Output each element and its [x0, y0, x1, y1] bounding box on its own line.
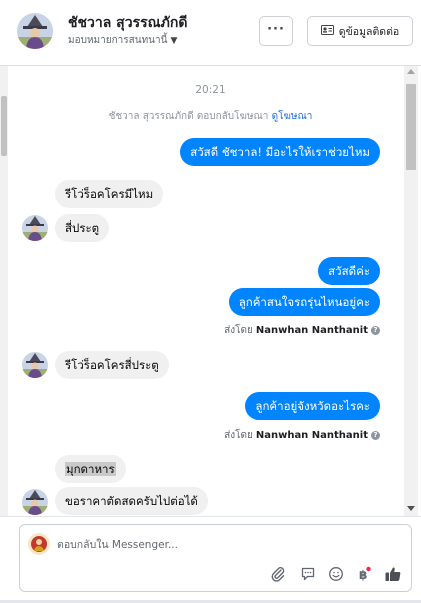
- outgoing-message: สวัสดีค่ะ: [318, 257, 380, 285]
- incoming-message: ขอราคาตัดสดครับไปต่อได้: [55, 487, 208, 515]
- left-scroll-thumb[interactable]: [1, 96, 7, 156]
- sender-name: Nanwhan Nanthanit: [255, 430, 368, 441]
- contact-avatar-small: [22, 215, 48, 241]
- outgoing-message: ลูกค้าอยู่จังหวัดอะไรคะ: [245, 392, 380, 420]
- contact-card-icon: [320, 24, 334, 38]
- help-icon[interactable]: ?: [371, 431, 380, 440]
- sent-by-note: ส่งโดย Nanwhan Nanthanit ?: [224, 323, 380, 338]
- view-contact-info-label: ดูข้อมูลติดต่อ: [338, 25, 400, 38]
- contact-name: ชัชวาล สุวรรณภักดี: [68, 15, 188, 31]
- ad-reply-text: ชัชวาล สุวรรณภักดี ตอบกลับโฆษณา: [108, 111, 269, 122]
- scrollbar-thumb[interactable]: [406, 84, 416, 170]
- baht-icon[interactable]: ฿: [353, 564, 373, 584]
- ad-reply-note: ชัชวาล สุวรรณภักดี ตอบกลับโฆษณา ดูโฆษณา: [0, 109, 421, 124]
- thumbs-up-icon[interactable]: [383, 564, 403, 584]
- assign-label: มอบหมายการสนทนานี้: [68, 35, 168, 46]
- sent-by-prefix: ส่งโดย: [224, 430, 253, 441]
- caret-down-icon: ▼: [170, 35, 178, 46]
- scroll-up-arrow-icon[interactable]: [407, 69, 415, 74]
- reply-composer: ฿: [19, 524, 412, 592]
- paperclip-icon[interactable]: [268, 564, 288, 584]
- scroll-down-arrow-icon[interactable]: [407, 506, 415, 511]
- contact-avatar[interactable]: [17, 13, 53, 49]
- more-options-button[interactable]: ···: [259, 16, 293, 46]
- left-scroll-strip[interactable]: [0, 66, 8, 516]
- saved-reply-icon[interactable]: [298, 564, 318, 584]
- incoming-message: รีโว่ร็อคโครมีไหม: [55, 180, 164, 208]
- assign-conversation-dropdown[interactable]: มอบหมายการสนทนานี้ ▼: [68, 33, 177, 48]
- view-ad-link[interactable]: ดูโฆษณา: [272, 111, 313, 122]
- my-avatar: [28, 533, 50, 555]
- incoming-message: รีโว่ร็อคโครสี่ประตู: [55, 351, 169, 379]
- sender-name: Nanwhan Nanthanit: [255, 325, 368, 336]
- sent-by-note: ส่งโดย Nanwhan Nanthanit ?: [224, 428, 380, 443]
- message-timestamp: 20:21: [195, 84, 226, 96]
- svg-text:฿: ฿: [359, 568, 367, 582]
- reply-input[interactable]: [57, 537, 357, 553]
- outgoing-message: ลูกค้าสนใจรถรุ่นไหนอยู่คะ: [228, 288, 380, 316]
- incoming-message-text: มุกดาหาร: [65, 462, 116, 476]
- emoji-icon[interactable]: [326, 564, 346, 584]
- conversation-header: ชัชวาล สุวรรณภักดี มอบหมายการสนทนานี้ ▼ …: [0, 0, 421, 66]
- incoming-message: สี่ประตู: [55, 214, 110, 242]
- contact-avatar-small: [22, 352, 48, 378]
- sent-by-prefix: ส่งโดย: [224, 325, 253, 336]
- contact-avatar-small: [22, 489, 48, 515]
- incoming-message: มุกดาหาร: [55, 455, 126, 483]
- composer-divider: [0, 516, 421, 517]
- message-scrollbar[interactable]: [404, 66, 418, 516]
- help-icon[interactable]: ?: [371, 326, 380, 335]
- outgoing-message: สวัสดี ชัชวาล! มีอะไรให้เราช่วยไหม: [180, 138, 380, 166]
- view-contact-info-button[interactable]: ดูข้อมูลติดต่อ: [307, 16, 413, 46]
